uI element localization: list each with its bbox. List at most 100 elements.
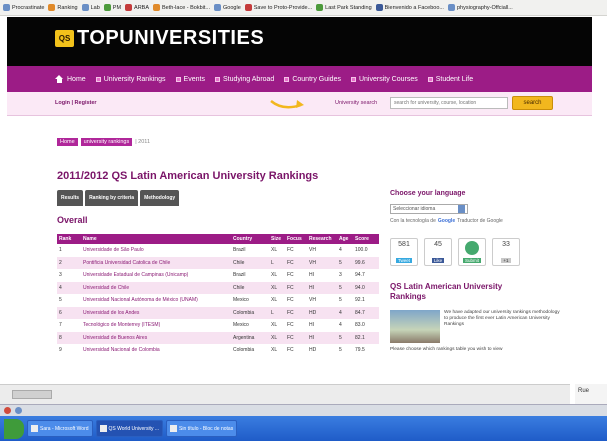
bookmark[interactable]: Lab bbox=[81, 4, 100, 11]
nav-university-rankings[interactable]: University Rankings bbox=[95, 76, 166, 83]
campus-thumbnail[interactable] bbox=[390, 310, 440, 343]
sidebar: Choose your language Seleccionar idioma … bbox=[390, 190, 590, 352]
cell-focus: FC bbox=[285, 256, 307, 269]
breadcrumb-home[interactable]: Home bbox=[57, 138, 78, 146]
cell-research: HD bbox=[309, 347, 317, 354]
bookmark[interactable]: Ranking bbox=[48, 4, 78, 11]
bookmark[interactable]: ARBA bbox=[125, 4, 149, 11]
nav-university-courses[interactable]: University Courses bbox=[350, 76, 418, 83]
status-right: Rue bbox=[575, 384, 607, 404]
cell-university-link[interactable]: Universidad Nacional Autónoma de México … bbox=[81, 294, 231, 307]
cell-score: 92.1 bbox=[355, 297, 365, 304]
bookmark[interactable]: Procrastinate bbox=[3, 4, 44, 11]
site-logo[interactable]: QS TOPUNIVERSITIES bbox=[55, 27, 264, 50]
cell-research: HD bbox=[307, 306, 337, 319]
bookmark[interactable]: physiography-Offciall... bbox=[447, 4, 513, 11]
start-button[interactable] bbox=[4, 418, 24, 439]
nav-student-life[interactable]: Student Life bbox=[427, 76, 473, 83]
google-plus-button[interactable]: 33 +1 bbox=[492, 238, 520, 266]
cell-research: VH bbox=[309, 297, 316, 304]
taskbar-browser[interactable]: QS World University ... bbox=[95, 420, 164, 437]
windows-taskbar: Sara - Microsoft Word QS World Universit… bbox=[0, 416, 607, 441]
qs-rankings-more: Please choose which rankings table you w… bbox=[390, 347, 503, 352]
cell-university-link[interactable]: Universidade de São Paulo bbox=[81, 244, 231, 257]
breadcrumb-rankings[interactable]: university rankings bbox=[80, 138, 133, 146]
cell-focus: FC bbox=[285, 306, 307, 319]
cell-university-link[interactable]: Universidad de los Andes bbox=[81, 306, 231, 319]
bullet-icon bbox=[175, 76, 181, 82]
google-translate-link[interactable]: Traductor de Google bbox=[457, 218, 503, 224]
taskbar-word[interactable]: Sara - Microsoft Word bbox=[27, 420, 93, 437]
status-bar bbox=[0, 404, 607, 416]
tab-ranking-by-criteria[interactable]: Ranking by criteria bbox=[85, 190, 139, 206]
chevron-down-icon bbox=[458, 205, 465, 213]
col-score[interactable]: Score bbox=[353, 234, 379, 244]
col-name[interactable]: Name bbox=[81, 234, 231, 244]
search-bar: Login | Register University search searc… bbox=[7, 92, 592, 116]
favicon-icon bbox=[103, 4, 111, 11]
col-country[interactable]: Country bbox=[231, 234, 269, 244]
taskbar-notepad[interactable]: Sin título - Bloc de notas bbox=[166, 420, 238, 437]
favicon-icon bbox=[3, 4, 10, 11]
cell-country: Mexico bbox=[233, 322, 249, 329]
scrollbar-thumb[interactable] bbox=[12, 390, 52, 399]
cell-age: 4 bbox=[339, 322, 342, 329]
cell-university-link[interactable]: Universidad de Chile bbox=[81, 281, 231, 294]
nav-studying-abroad[interactable]: Studying Abroad bbox=[214, 76, 274, 83]
bookmark[interactable]: Google bbox=[214, 4, 241, 11]
favicon-icon bbox=[447, 4, 455, 11]
language-select[interactable]: Seleccionar idioma bbox=[390, 204, 468, 214]
nav-events[interactable]: Events bbox=[175, 76, 205, 83]
cell-university-link[interactable]: Universidad Nacional de Colombia bbox=[81, 344, 231, 357]
login-register-link[interactable]: Login | Register bbox=[55, 100, 97, 106]
cell-size: XL bbox=[269, 281, 285, 294]
qs-rankings-title[interactable]: QS Latin American University Rankings bbox=[390, 282, 530, 302]
cell-country: Colombia bbox=[231, 306, 269, 319]
col-size[interactable]: Size bbox=[269, 234, 285, 244]
cell-score: 99.6 bbox=[353, 256, 379, 269]
cell-age: 5 bbox=[337, 256, 353, 269]
language-title: Choose your language bbox=[390, 190, 466, 197]
bookmarks-bar: Procrastinate Ranking Lab PM ARBA Beth-l… bbox=[0, 0, 607, 16]
cell-country: Brazil bbox=[233, 247, 246, 254]
cell-university-link[interactable]: Tecnológico de Monterrey (ITESM) bbox=[81, 319, 231, 332]
table-row: 2 Pontificia Universidad Catolica de Chi… bbox=[57, 256, 379, 269]
col-rank[interactable]: Rank bbox=[57, 234, 81, 244]
bookmark[interactable]: Beth-lace - Bokbit... bbox=[153, 4, 210, 11]
table-row: 8 Universidad de Buenos Aires Argentina … bbox=[57, 331, 379, 344]
col-research[interactable]: Research bbox=[307, 234, 337, 244]
favicon-icon bbox=[214, 4, 222, 11]
tweet-button[interactable]: 581 Tweet bbox=[390, 238, 418, 266]
cell-university-link[interactable]: Universidad de Buenos Aires bbox=[81, 331, 231, 344]
cell-score: 79.5 bbox=[355, 347, 365, 354]
cell-score: 94.7 bbox=[355, 272, 365, 279]
cell-research: HI bbox=[309, 322, 314, 329]
horizontal-scrollbar[interactable] bbox=[0, 384, 570, 404]
tab-results[interactable]: Results bbox=[57, 190, 84, 206]
cell-university-link[interactable]: Pontificia Universidad Catolica de Chile bbox=[81, 256, 231, 269]
col-age[interactable]: Age bbox=[337, 234, 353, 244]
ranking-tabs: Results Ranking by criteria Methodology bbox=[57, 190, 180, 206]
facebook-like-button[interactable]: 45 Like bbox=[424, 238, 452, 266]
bullet-icon bbox=[350, 76, 356, 82]
table-row: 7 Tecnológico de Monterrey (ITESM) Mexic… bbox=[57, 319, 379, 332]
favicon-icon bbox=[316, 4, 324, 11]
cell-university-link[interactable]: Universidade Estadual de Campinas (Unica… bbox=[81, 269, 231, 282]
bookmark[interactable]: Bienvenido a Faceboo... bbox=[375, 4, 444, 11]
stumbleupon-button[interactable]: Submit bbox=[458, 238, 486, 266]
cell-country: Brazil bbox=[233, 272, 246, 279]
search-button[interactable]: search bbox=[512, 96, 553, 110]
table-row: 4 Universidad de Chile Chile XL FC HI 5 … bbox=[57, 281, 379, 294]
nav-country-guides[interactable]: Country Guides bbox=[284, 76, 341, 83]
col-focus[interactable]: Focus bbox=[285, 234, 307, 244]
nav-home[interactable]: Home bbox=[55, 75, 86, 83]
favicon-icon bbox=[153, 4, 161, 11]
arrow-icon bbox=[270, 100, 304, 109]
search-input[interactable] bbox=[390, 97, 508, 109]
bookmark[interactable]: PM bbox=[103, 4, 121, 11]
bookmark[interactable]: Save to Proto-Provide... bbox=[244, 4, 312, 11]
cell-score: 100.0 bbox=[355, 247, 368, 254]
bookmark[interactable]: Last Park Standing bbox=[316, 4, 372, 11]
cell-size: XL bbox=[269, 331, 285, 344]
tab-methodology[interactable]: Methodology bbox=[140, 190, 180, 206]
